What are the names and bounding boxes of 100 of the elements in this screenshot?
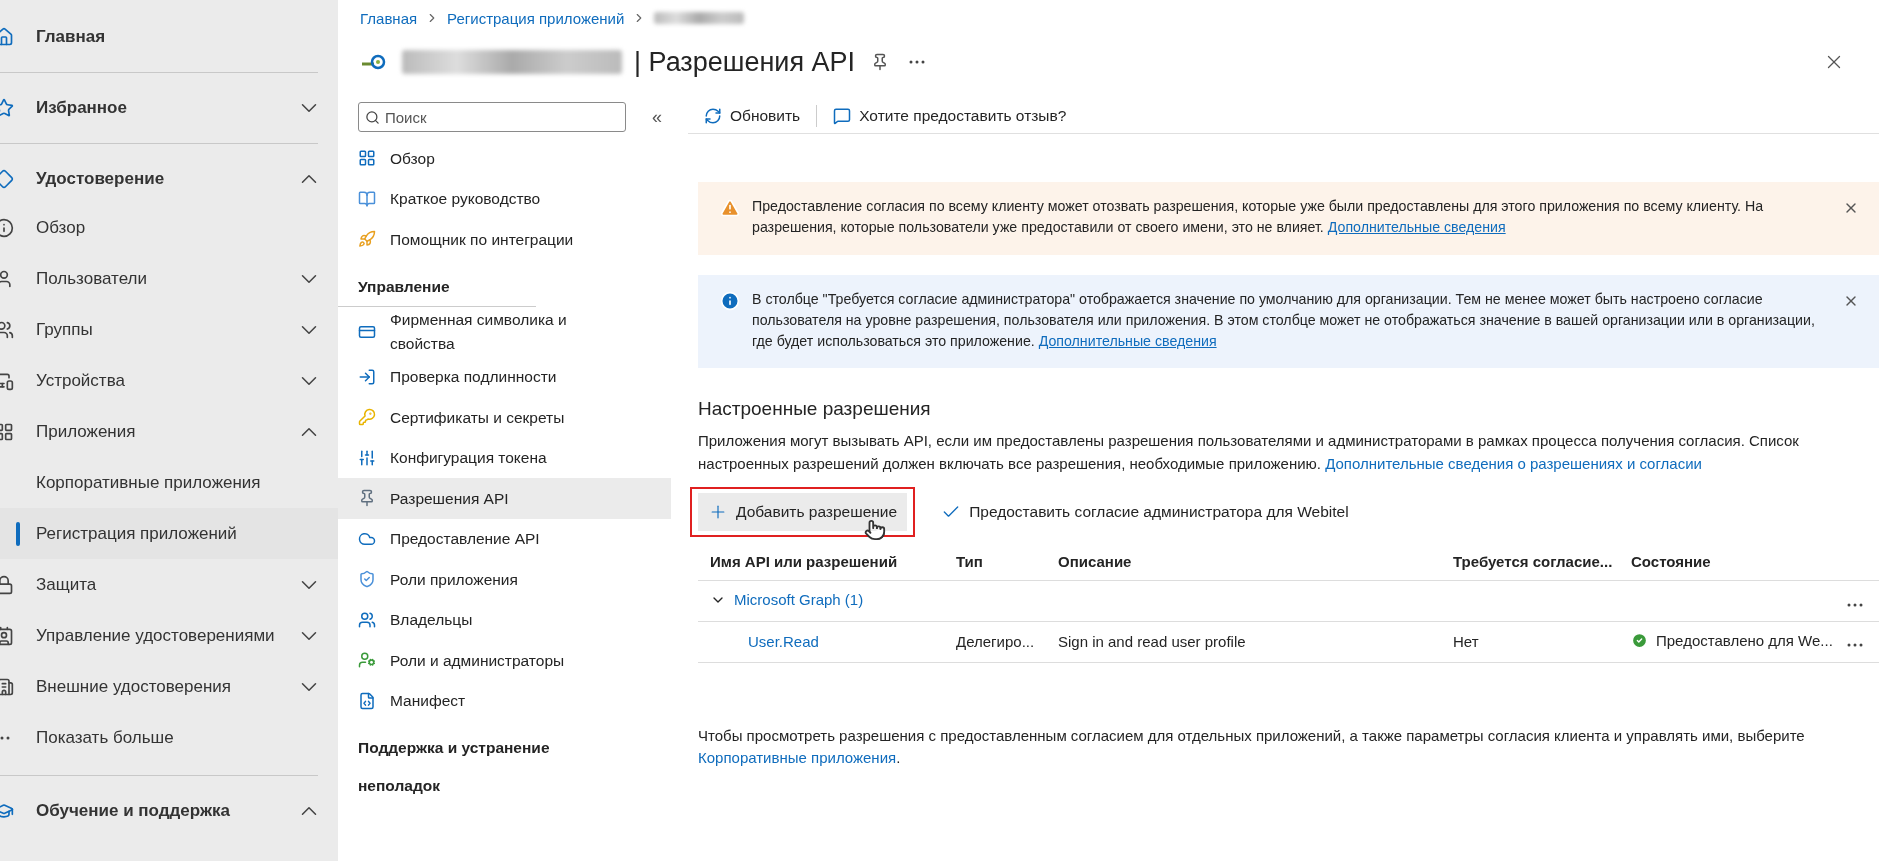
sidebar-label: Приложения <box>36 421 137 442</box>
nav-item[interactable]: Роли и администраторы <box>338 640 671 681</box>
sidebar-item[interactable]: Управление удостоверениями <box>0 610 338 661</box>
footer-text: Чтобы просмотреть разрешения с предоставленным согласием для отдельных приложений, а также параметры согласия клиента и управлять ими, выберите Корпоративные приложения. <box>698 726 1806 769</box>
sidebar-item[interactable]: Внешние удостоверения <box>0 661 338 712</box>
user-icon <box>0 268 14 289</box>
grid-icon <box>0 421 14 442</box>
sidebar-item[interactable]: Устройства <box>0 355 338 406</box>
sidebar-item[interactable]: Регистрация приложений <box>0 508 338 559</box>
column-header: Имя API или разрешений <box>698 543 944 581</box>
nav-item[interactable]: Проверка подлинности <box>338 356 671 397</box>
enterprise-apps-link[interactable]: Корпоративные приложения <box>698 749 897 767</box>
more-icon[interactable] <box>1847 643 1863 648</box>
sidebar-label: Избранное <box>36 98 128 118</box>
info-icon <box>720 290 740 311</box>
api-group-link[interactable]: Microsoft Graph (1) <box>734 591 864 609</box>
graduation-icon <box>0 801 14 821</box>
sidebar-label: Устройства <box>36 370 126 391</box>
banner-text: В столбце "Требуется согласие администратора" отображается значение по умолчанию для организации. Тем не менее может быть настроено согласие пользователя на уровне разрешения, пользователя или приложения. В этом столбце может не отображаться значение в вашей организации или в организации, где будет использоваться это приложение. Дополнительные сведения <box>752 289 1816 352</box>
nav-item[interactable]: Обзор <box>338 138 671 179</box>
nav-item[interactable]: Краткое руководство <box>338 178 671 219</box>
nav-item[interactable]: Помощник по интеграции <box>338 219 671 260</box>
sidebar-label: Корпоративные приложения <box>36 472 262 493</box>
sidebar-item[interactable]: Удостоверение <box>0 156 338 202</box>
shield-icon <box>358 570 376 589</box>
user-gear-icon <box>358 651 376 670</box>
sidebar-label: Главная <box>36 27 107 47</box>
nav-item[interactable]: Конфигурация токена <box>338 437 671 478</box>
refresh-icon <box>704 106 722 125</box>
sidebar-item[interactable]: Пользователи <box>0 253 338 304</box>
section-heading: неполадок <box>357 776 441 796</box>
sign-in-icon <box>358 367 376 386</box>
sidebar-label: Обзор <box>36 217 87 238</box>
building-icon <box>0 676 14 697</box>
section-heading: Поддержка и устранение <box>357 738 551 758</box>
learn-more-link[interactable]: Дополнительные сведения <box>1038 333 1217 350</box>
column-header: Описание <box>1046 543 1441 581</box>
book-icon <box>358 189 376 208</box>
sidebar-item[interactable]: Обзор <box>0 202 338 253</box>
nav-item[interactable]: Фирменная символика и свойства <box>338 306 671 357</box>
users-icon <box>358 610 376 629</box>
column-header: Состояние <box>1619 543 1835 581</box>
lock-icon <box>0 574 14 595</box>
key-icon <box>358 408 376 427</box>
diamond-icon <box>0 169 14 189</box>
search-field[interactable]: Поиск <box>358 102 626 132</box>
sidebar-item[interactable]: Защита <box>0 559 338 610</box>
sidebar-item[interactable]: Главная <box>0 14 338 60</box>
breadcrumb-link[interactable]: Регистрация приложений <box>447 9 625 27</box>
refresh-button[interactable]: Обновить <box>698 102 807 129</box>
home-icon <box>0 27 14 47</box>
nav-item[interactable]: Сертификаты и секреты <box>338 397 671 438</box>
nav-item[interactable]: Предоставление API <box>338 518 671 559</box>
nav-item[interactable]: Манифест <box>338 680 671 721</box>
sidebar-label: Обучение и поддержка <box>36 801 231 821</box>
status-text: Предоставлено для We... <box>1656 632 1833 649</box>
nav-item[interactable]: Владельцы <box>338 599 671 640</box>
contact-icon <box>0 625 14 646</box>
permission-link[interactable]: User.Read <box>748 633 819 651</box>
sidebar-item[interactable]: Обучение и поддержка <box>0 788 338 834</box>
sidebar-label: Управление удостоверениями <box>36 625 276 646</box>
table-cell: Нет <box>1441 621 1619 663</box>
hand-cursor-icon <box>864 519 886 542</box>
sidebar-item[interactable]: Группы <box>0 304 338 355</box>
table-cell: Sign in and read user profile <box>1046 621 1441 663</box>
feedback-button[interactable]: Хотите предоставить отзыв? <box>827 102 1073 129</box>
banner-text: Предоставление согласия по всему клиенту может отозвать разрешения, которые уже были предоставлены для этого приложения по всему клиенту. На разрешения, которые пользователи уже предоставили от своего имени, это не влияет. Дополнительные сведения <box>752 197 1765 238</box>
sidebar-item[interactable]: Избранное <box>0 85 338 131</box>
sidebar-label: Пользователи <box>36 268 148 289</box>
collapse-button[interactable]: « <box>648 102 666 132</box>
sidebar-label: Внешние удостоверения <box>36 676 233 697</box>
sidebar-item[interactable]: Приложения <box>0 406 338 457</box>
learn-more-link[interactable]: Дополнительные сведения о разрешениях и согласии <box>1325 455 1702 472</box>
users-icon <box>0 319 14 340</box>
sidebar-label: Защита <box>36 574 98 595</box>
breadcrumb-link[interactable]: Главная <box>360 9 418 27</box>
info-icon <box>0 217 14 238</box>
search-icon <box>365 110 380 125</box>
warning-icon <box>720 198 740 218</box>
more-icon <box>0 735 10 740</box>
sidebar-item[interactable]: Показать больше <box>0 712 338 763</box>
feedback-icon <box>833 106 852 125</box>
table-cell: Делегиро... <box>944 621 1046 663</box>
sidebar-label: Удостоверение <box>36 169 166 189</box>
more-icon[interactable] <box>1847 602 1863 607</box>
column-header: Требуется согласие... <box>1441 543 1619 581</box>
sidebar-item[interactable]: Корпоративные приложения <box>0 457 338 508</box>
nav-item[interactable]: Роли приложения <box>338 559 671 600</box>
sidebar-label: Регистрация приложений <box>36 523 238 544</box>
grant-consent-button[interactable]: Предоставить согласие администратора для Webitel <box>931 493 1359 532</box>
star-icon <box>0 98 14 118</box>
section-title: Настроенные разрешения <box>698 398 932 421</box>
rocket-icon <box>358 230 376 249</box>
sidebar-label: Группы <box>36 319 94 340</box>
sliders-icon <box>358 448 376 467</box>
sidebar-label: Показать больше <box>36 727 175 748</box>
more-icon <box>909 60 926 64</box>
add-permission-button[interactable]: Добавить разрешение <box>698 493 908 532</box>
learn-more-link[interactable]: Дополнительные сведения <box>1327 219 1506 236</box>
nav-item[interactable]: Разрешения API <box>338 478 671 519</box>
